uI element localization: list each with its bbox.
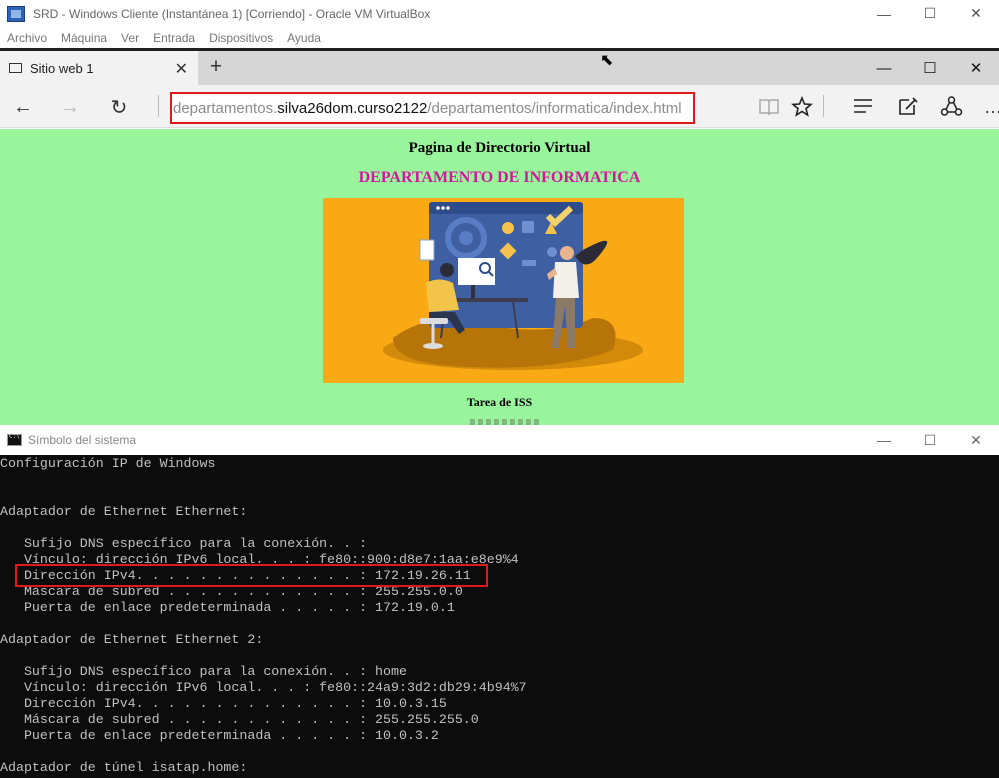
- menu-maquina[interactable]: Máquina: [61, 31, 107, 45]
- ipv4-highlight-box: [15, 564, 488, 587]
- cmd-titlebar: Símbolo del sistema — ☐ ✕: [0, 425, 999, 455]
- console-output[interactable]: Configuración IP de Windows Adaptador de…: [0, 455, 999, 778]
- cmd-window-controls: — ☐ ✕: [861, 425, 999, 455]
- browser-tabbar: Sitio web 1 ✕ + — ☐ ✕: [0, 51, 999, 85]
- console-line: Máscara de subred . . . . . . . . . . . …: [0, 712, 479, 727]
- virtualbox-menubar: Archivo Máquina Ver Entrada Dispositivos…: [0, 27, 999, 49]
- console-line: Configuración IP de Windows: [0, 456, 216, 471]
- cmd-maximize-button[interactable]: ☐: [907, 425, 953, 455]
- console-line: Adaptador de Ethernet Ethernet:: [0, 504, 248, 519]
- close-button[interactable]: ✕: [953, 0, 999, 27]
- virtualbox-icon: [7, 5, 25, 22]
- console-line: Sufijo DNS específico para la conexión. …: [0, 536, 368, 551]
- menu-archivo[interactable]: Archivo: [7, 31, 47, 45]
- toolbar-separator: [823, 95, 824, 117]
- menu-entrada[interactable]: Entrada: [153, 31, 195, 45]
- favorite-star-icon[interactable]: [791, 96, 813, 117]
- cmd-title: Símbolo del sistema: [28, 433, 137, 447]
- console-line: Dirección IPv4. . . . . . . . . . . . . …: [0, 696, 447, 711]
- browser-window-controls: — ☐ ✕: [861, 51, 999, 85]
- menu-dispositivos[interactable]: Dispositivos: [209, 31, 273, 45]
- maximize-button[interactable]: ☐: [907, 0, 953, 27]
- page-icon: [9, 63, 22, 73]
- forward-button[interactable]: →: [55, 93, 85, 121]
- virtualbox-titlebar: SRD - Windows Cliente (Instantánea 1) [C…: [0, 0, 999, 27]
- browser-minimize-button[interactable]: —: [861, 51, 907, 85]
- browser-maximize-button[interactable]: ☐: [907, 51, 953, 85]
- menu-ayuda[interactable]: Ayuda: [287, 31, 321, 45]
- browser-close-button[interactable]: ✕: [953, 51, 999, 85]
- reading-view-icon[interactable]: [758, 97, 780, 117]
- console-line: Puerta de enlace predeterminada . . . . …: [0, 600, 455, 615]
- console-icon: [7, 433, 22, 446]
- nav-separator: [158, 95, 159, 117]
- minimize-button[interactable]: —: [861, 0, 907, 27]
- console-line: Adaptador de Ethernet Ethernet 2:: [0, 632, 264, 647]
- refresh-button[interactable]: ↻: [104, 93, 134, 121]
- console-line: Adaptador de túnel isatap.home:: [0, 760, 248, 775]
- url-host: silva26dom.curso2122: [277, 99, 428, 117]
- back-button[interactable]: ←: [8, 93, 38, 121]
- menu-ver[interactable]: Ver: [121, 31, 139, 45]
- console-line: Vínculo: dirección IPv6 local. . . : fe8…: [0, 680, 527, 695]
- tab-title: Sitio web 1: [30, 60, 94, 76]
- address-bar[interactable]: departamentos. silva26dom.curso2122/depar…: [170, 92, 695, 124]
- url-prefix: departamentos.: [173, 99, 278, 117]
- console-line: Sufijo DNS específico para la conexión. …: [0, 664, 407, 679]
- browser-navbar: ← → ↻ departamentos. silva26dom.curso2122…: [0, 85, 999, 128]
- browser-tab[interactable]: Sitio web 1 ✕: [0, 51, 198, 85]
- url-path: /departamentos/informatica/index.html: [427, 99, 682, 117]
- web-note-icon[interactable]: [897, 96, 918, 117]
- cmd-minimize-button[interactable]: —: [861, 425, 907, 455]
- more-button[interactable]: …: [978, 93, 999, 121]
- office-illustration: [323, 198, 684, 383]
- virtualbox-window-controls: — ☐ ✕: [861, 0, 999, 27]
- virtualbox-title: SRD - Windows Cliente (Instantánea 1) [C…: [33, 6, 431, 21]
- task-label: Tarea de ISS: [466, 395, 533, 409]
- share-icon[interactable]: [940, 95, 963, 118]
- department-heading: DEPARTAMENTO DE INFORMATICA: [358, 169, 641, 186]
- web-page-content: Pagina de Directorio Virtual DEPARTAMENT…: [0, 129, 999, 425]
- mouse-cursor-icon: ⬉: [600, 52, 614, 69]
- cmd-close-button[interactable]: ✕: [953, 425, 999, 455]
- new-tab-button[interactable]: +: [203, 55, 229, 79]
- console-line: Puerta de enlace predeterminada . . . . …: [0, 728, 439, 743]
- close-tab-icon[interactable]: ✕: [175, 59, 188, 79]
- page-title: Pagina de Directorio Virtual: [408, 140, 591, 156]
- hub-icon[interactable]: [852, 97, 874, 115]
